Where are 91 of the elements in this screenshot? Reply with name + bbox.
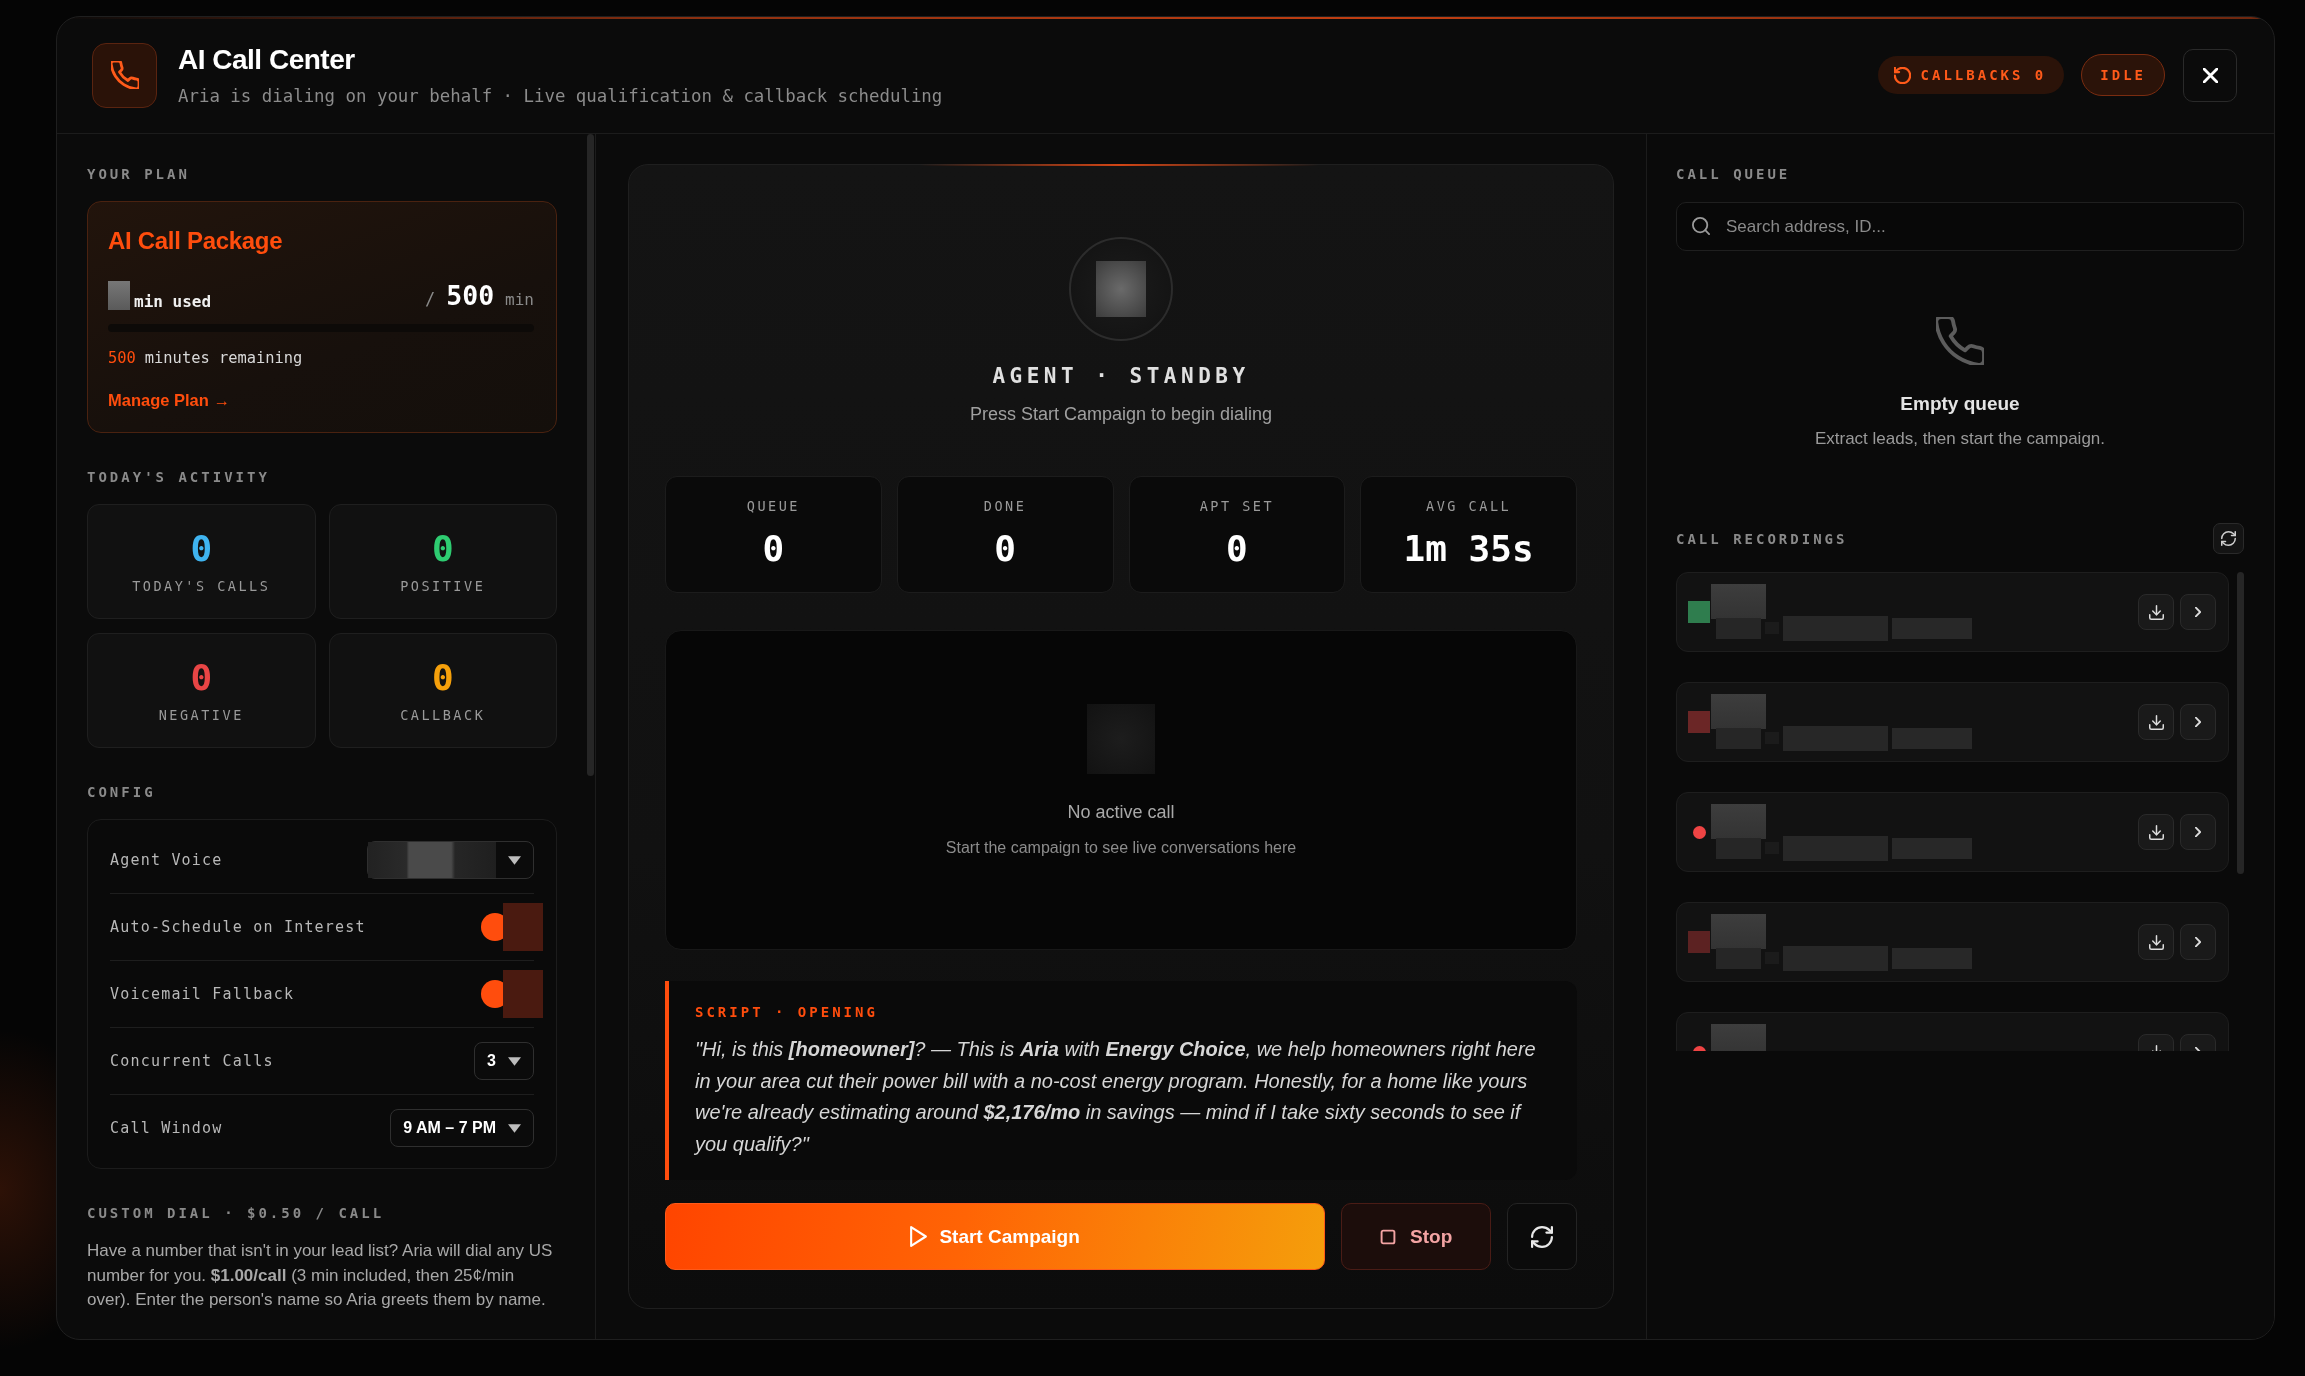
- config-label: Call Window: [110, 1119, 223, 1137]
- metric-value: 0: [1226, 528, 1248, 570]
- chevron-right-icon: [2195, 937, 2201, 947]
- plan-name: AI Call Package: [108, 226, 284, 256]
- stop-button[interactable]: Stop: [1341, 1203, 1492, 1270]
- select-field[interactable]: [367, 841, 534, 879]
- remaining-label: minutes remaining: [144, 348, 303, 368]
- select-field[interactable]: 3: [474, 1042, 534, 1080]
- phone-icon: [92, 42, 157, 108]
- callbacks-button[interactable]: CALLBACKS 0: [1877, 56, 2065, 94]
- section-label: CONFIG: [87, 783, 157, 801]
- metric-value: 0: [762, 528, 785, 570]
- stop-icon: [1380, 1228, 1397, 1245]
- remaining-count: 500: [108, 348, 136, 368]
- refresh-button[interactable]: [2213, 523, 2244, 554]
- download-icon: [2148, 604, 2164, 620]
- stat-label: NEGATIVE: [158, 707, 244, 723]
- search-field[interactable]: Search address, ID...: [1676, 202, 2244, 251]
- custom-dial-description: Have a number that isn't in your lead list? Aria will dial any US number for you. $1.00/call (3 min included, then 25¢/min over). Enter the person's name so Aria greets them by name.: [87, 1240, 554, 1311]
- manage-plan-link[interactable]: Manage Plan →: [108, 390, 230, 410]
- status-badge: IDLE: [2081, 54, 2165, 96]
- stat-value: 0: [431, 529, 454, 569]
- agent-status: AGENT · STANDBY: [992, 363, 1250, 389]
- close-icon: [2202, 67, 2218, 83]
- usage-unit: min: [505, 290, 534, 309]
- config-label: Concurrent Calls: [110, 1052, 274, 1070]
- metric-label: APT SET: [1199, 498, 1275, 514]
- metric-value: 1m 35s: [1403, 528, 1534, 570]
- search-icon: [1692, 217, 1710, 235]
- empty-title: No active call: [1067, 801, 1175, 823]
- metric-label: AVG CALL: [1426, 498, 1512, 514]
- usage-total: 500: [446, 280, 495, 312]
- empty-hint: Extract leads, then start the campaign.: [1814, 428, 2106, 450]
- config-label: Agent Voice: [110, 851, 223, 869]
- usage-separator: /: [424, 289, 436, 309]
- download-button[interactable]: [2138, 594, 2174, 630]
- download-button[interactable]: [2138, 814, 2174, 850]
- stat-label: CALLBACK: [400, 707, 486, 723]
- config-label: Voicemail Fallback: [110, 985, 295, 1003]
- toggle-switch[interactable]: [481, 970, 543, 1018]
- app-subtitle: Aria is dialing on your behalf · Live qualification & callback scheduling: [178, 85, 943, 107]
- stat-label: TODAY'S CALLS: [132, 578, 271, 594]
- play-icon: [910, 1226, 928, 1247]
- details-button[interactable]: [2180, 924, 2216, 960]
- section-label: CALL QUEUE: [1676, 165, 1792, 183]
- scrollbar[interactable]: [2237, 572, 2244, 874]
- redacted-block: [1096, 261, 1146, 317]
- redacted-block: [108, 281, 130, 310]
- section-label: TODAY'S ACTIVITY: [87, 468, 271, 486]
- phone-icon: [1936, 317, 1984, 365]
- chevron-right-icon: [2195, 717, 2201, 727]
- usage-label: min used: [134, 292, 212, 312]
- stat-value: 0: [190, 529, 213, 569]
- section-label: YOUR PLAN: [87, 165, 191, 183]
- refresh-icon: [1531, 1225, 1554, 1248]
- details-button[interactable]: [2180, 704, 2216, 740]
- stat-label: POSITIVE: [400, 578, 486, 594]
- metric-label: QUEUE: [746, 498, 800, 514]
- script-text: "Hi, is this [homeowner]? — This is Aria with Energy Choice, we help homeowners right here in your area cut their power bill with a no-cost energy program. Honestly, for a home like yours we're already estimating around $2,176/mo in savings — mind if I take sixty seconds to see if you qualify?": [695, 1037, 1537, 1157]
- chevron-right-icon: [2195, 607, 2201, 617]
- caret-icon: [508, 855, 521, 865]
- config-label: Auto-Schedule on Interest: [110, 918, 366, 936]
- download-button[interactable]: [2138, 924, 2174, 960]
- details-button[interactable]: [2180, 814, 2216, 850]
- agent-hint: Press Start Campaign to begin dialing: [969, 403, 1273, 425]
- toggle-switch[interactable]: [481, 903, 543, 951]
- stat-value: 0: [431, 658, 454, 698]
- select-field[interactable]: 9 AM – 7 PM: [390, 1109, 534, 1147]
- empty-title: Empty queue: [1900, 392, 2020, 416]
- download-icon: [2148, 934, 2164, 950]
- metric-value: 0: [994, 528, 1016, 570]
- script-label: SCRIPT · OPENING: [695, 1003, 879, 1021]
- scrollbar[interactable]: [587, 134, 594, 776]
- download-button[interactable]: [2138, 704, 2174, 740]
- download-icon: [2148, 714, 2164, 730]
- chevron-right-icon: [2195, 827, 2201, 837]
- section-label: CUSTOM DIAL · $0.50 / CALL: [87, 1204, 386, 1222]
- refresh-icon: [2221, 531, 2236, 546]
- app-title: AI Call Center: [178, 43, 356, 77]
- empty-hint: Start the campaign to see live conversations here: [945, 838, 1297, 858]
- details-button[interactable]: [2180, 594, 2216, 630]
- section-label: CALL RECORDINGS: [1676, 529, 1848, 548]
- reset-button[interactable]: [1507, 1203, 1577, 1270]
- metric-label: DONE: [983, 498, 1027, 514]
- rotate-ccw-icon: [1893, 66, 1911, 84]
- redacted-block: [1711, 1023, 1766, 1051]
- close-button[interactable]: [2183, 48, 2237, 102]
- caret-icon: [508, 1056, 521, 1066]
- caret-icon: [508, 1123, 521, 1133]
- stat-value: 0: [190, 658, 213, 698]
- download-icon: [2148, 824, 2164, 840]
